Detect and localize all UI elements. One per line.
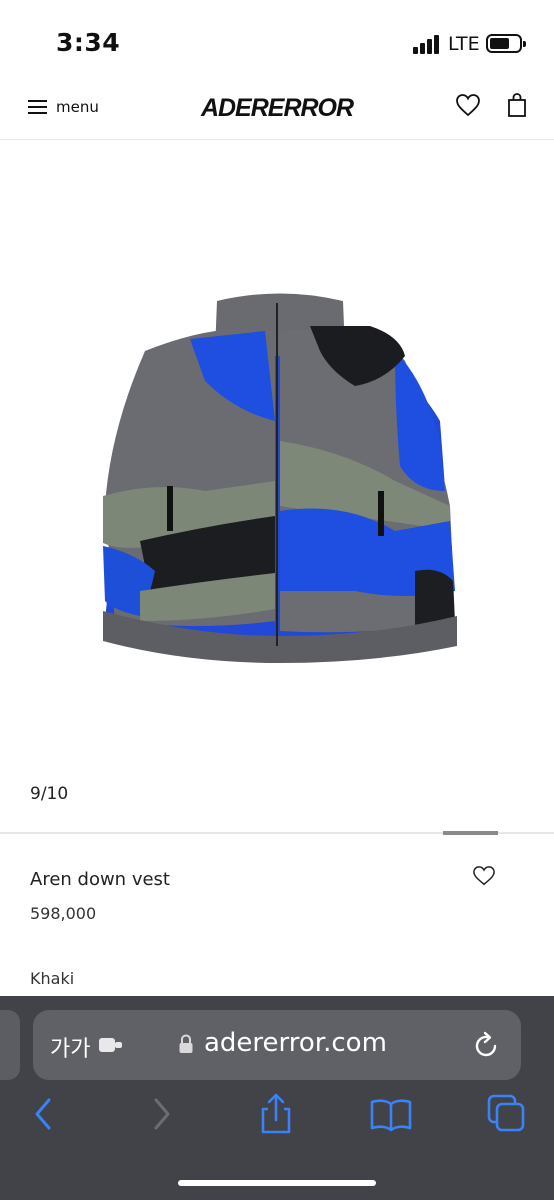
product-image-gallery[interactable]: 9/10	[0, 141, 554, 831]
wishlist-heart-icon[interactable]	[455, 93, 481, 117]
status-bar: 3:34 LTE	[0, 0, 554, 80]
network-type: LTE	[448, 33, 480, 55]
extension-icon[interactable]	[97, 1034, 125, 1056]
product-color: Khaki	[30, 969, 75, 988]
tabs-icon[interactable]	[485, 1092, 529, 1136]
battery-icon	[486, 34, 526, 53]
previous-tab-preview[interactable]	[0, 1010, 20, 1080]
share-icon[interactable]	[254, 1092, 298, 1136]
site-header: menu ADERERROR	[0, 80, 554, 140]
home-indicator[interactable]	[178, 1180, 376, 1186]
status-time: 3:34	[56, 28, 121, 57]
lock-icon	[179, 1034, 193, 1053]
cellular-signal-icon	[413, 34, 443, 54]
shopping-bag-icon[interactable]	[506, 92, 528, 118]
image-counter: 9/10	[30, 784, 69, 804]
product-heart-icon[interactable]	[472, 865, 496, 887]
forward-icon[interactable]	[140, 1092, 184, 1136]
bookmarks-icon[interactable]	[369, 1092, 413, 1136]
url-text[interactable]: adererror.com	[204, 1028, 387, 1058]
browser-bottom-bar: 가가 adererror.com	[0, 996, 554, 1200]
back-icon[interactable]	[22, 1092, 66, 1136]
vest-product-photo	[103, 293, 457, 663]
address-bar[interactable]: 가가 adererror.com	[33, 1010, 521, 1080]
product-price: 598,000	[30, 904, 97, 923]
product-name: Aren down vest	[30, 869, 170, 890]
reload-icon[interactable]	[473, 1030, 501, 1060]
gallery-progress-thumb[interactable]	[443, 831, 498, 835]
browser-toolbar	[0, 1092, 554, 1152]
text-size-button[interactable]: 가가	[50, 1031, 90, 1063]
